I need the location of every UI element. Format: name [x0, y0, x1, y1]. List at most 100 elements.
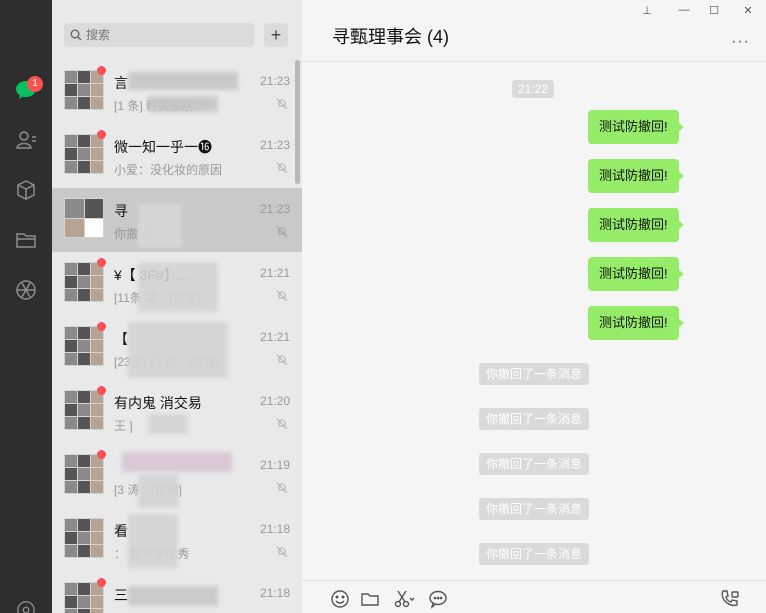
message-timestamp: 21:22 — [512, 80, 555, 98]
list-scrollbar[interactable] — [295, 60, 300, 184]
group-avatar — [64, 70, 104, 110]
group-avatar — [64, 518, 104, 558]
recall-notice: 你撤回了一条消息 — [479, 498, 590, 520]
unread-dot — [97, 450, 106, 459]
group-avatar — [64, 326, 104, 366]
folder-icon[interactable] — [359, 588, 381, 610]
conversation-preview: 小爱：没化妆的原因 — [114, 163, 223, 177]
conversation-name: 有内鬼 消交易 — [114, 395, 202, 411]
sent-message-bubble[interactable]: 测试防撤回! — [588, 208, 684, 242]
unread-dot — [97, 130, 106, 139]
contacts-icon — [16, 131, 36, 149]
group-avatar — [64, 582, 104, 613]
redaction-blur — [128, 72, 238, 90]
group-avatar — [64, 198, 104, 238]
sent-message-bubble[interactable]: 测试防撤回! — [588, 257, 684, 291]
group-avatar — [64, 134, 104, 174]
redaction-blur — [148, 414, 188, 434]
conversation-time: 21:19 — [259, 458, 290, 472]
unread-dot — [97, 258, 106, 267]
nav-mini-programs[interactable] — [0, 590, 52, 613]
mute-bell-icon — [276, 418, 288, 430]
maximize-button[interactable]: ☐ — [704, 4, 724, 17]
recall-notice: 你撤回了一条消息 — [479, 543, 590, 565]
recall-notice: 你撤回了一条消息 — [479, 453, 590, 475]
conversation-item[interactable]: 言 21:23 [1 条] 韩美家居... — [52, 60, 302, 124]
redaction-blur — [138, 262, 218, 312]
group-avatar — [64, 262, 104, 302]
mute-bell-icon — [276, 226, 288, 238]
nav-chats[interactable] — [0, 70, 52, 110]
redaction-blur — [122, 452, 232, 472]
pin-button[interactable]: ⊥ — [637, 4, 657, 17]
mini-program-icon — [17, 601, 35, 613]
mute-bell-icon — [276, 546, 288, 558]
search-box[interactable] — [64, 23, 254, 47]
conversation-item[interactable]: 看 21:18 ： 我不够优秀 — [52, 508, 302, 572]
aperture-icon — [16, 280, 36, 300]
redaction-blur — [138, 474, 178, 508]
unread-dot — [97, 322, 106, 331]
scissors-icon[interactable] — [392, 588, 414, 610]
conversation-name: 微一知一乎一⓰ — [114, 139, 212, 155]
conversation-time: 21:20 — [259, 394, 290, 408]
nav-moments[interactable] — [0, 270, 52, 310]
recall-notice: 你撤回了一条消息 — [479, 408, 590, 430]
conversation-time: 21:23 — [259, 74, 290, 88]
redaction-blur — [128, 322, 228, 378]
sent-message-bubble[interactable]: 测试防撤回! — [588, 306, 684, 340]
close-button[interactable]: ✕ — [738, 4, 758, 17]
unread-dot — [97, 386, 106, 395]
nav-files[interactable] — [0, 220, 52, 260]
more-options-button[interactable]: ··· — [731, 33, 750, 51]
unread-dot — [97, 66, 106, 75]
conversation-item[interactable]: 微一知一乎一⓰ 21:23 小爱：没化妆的原因 — [52, 124, 302, 188]
group-avatar — [64, 390, 104, 430]
conversation-item[interactable]: 【 21:21 [23条] 行 路：[链接] — [52, 316, 302, 380]
header-divider — [302, 61, 766, 62]
conversation-item[interactable]: ¥【 3F#】... 21:21 [11条 路：[链接] — [52, 252, 302, 316]
emoji-icon[interactable] — [329, 588, 351, 610]
chat-title: 寻甄理事会 (4) — [332, 27, 449, 47]
sent-message-bubble[interactable]: 测试防撤回! — [588, 159, 684, 193]
conversation-time: 21:18 — [259, 522, 290, 536]
conversation-item[interactable]: 三 21:18 — [52, 572, 302, 613]
sent-message-bubble[interactable]: 测试防撤回! — [588, 110, 684, 144]
redaction-blur — [128, 586, 218, 606]
chat-panel: 寻甄理事会 (4) ⊥ — ☐ ✕ ··· 21:22 测试防撤回! 测试防撤回… — [302, 0, 766, 613]
unread-dot — [97, 578, 106, 587]
nav-collections[interactable] — [0, 170, 52, 210]
conversation-time: 21:21 — [259, 330, 290, 344]
recall-notice: 你撤回了一条消息 — [479, 363, 590, 385]
search-icon — [70, 29, 82, 41]
redaction-blur — [148, 96, 218, 112]
mute-bell-icon — [276, 482, 288, 494]
mute-bell-icon — [276, 98, 288, 110]
redaction-blur — [138, 204, 182, 248]
conversation-preview: [3 涛：[视频] — [114, 483, 182, 497]
conversation-item-active[interactable]: 寻 21:23 你撤 息 — [52, 188, 302, 252]
search-input[interactable] — [86, 28, 236, 42]
conversation-time: 21:23 — [259, 138, 290, 152]
conversation-time: 21:18 — [259, 586, 290, 600]
unread-badge: 1 — [27, 76, 43, 92]
conversation-time: 21:21 — [259, 266, 290, 280]
minimize-button[interactable]: — — [674, 4, 694, 16]
input-divider — [302, 580, 766, 581]
nav-rail: 1 — [0, 0, 52, 613]
add-chat-button[interactable]: + — [264, 23, 288, 47]
mute-bell-icon — [276, 290, 288, 302]
nav-contacts[interactable] — [0, 120, 52, 160]
redaction-blur — [128, 514, 178, 568]
mute-bell-icon — [276, 354, 288, 366]
search-row: + — [52, 0, 302, 62]
conversation-item[interactable]: 有内鬼 消交易 21:20 王 ] — [52, 380, 302, 444]
chat-history-icon[interactable] — [427, 588, 449, 610]
voice-call-icon[interactable] — [718, 588, 740, 610]
conversation-preview: 你撤 息 — [114, 227, 154, 241]
mute-bell-icon — [276, 162, 288, 174]
conversation-time: 21:23 — [259, 202, 290, 216]
conversation-item[interactable]: 21:19 [3 涛：[视频] — [52, 444, 302, 508]
folder-icon — [16, 233, 36, 248]
cube-icon — [17, 180, 35, 200]
